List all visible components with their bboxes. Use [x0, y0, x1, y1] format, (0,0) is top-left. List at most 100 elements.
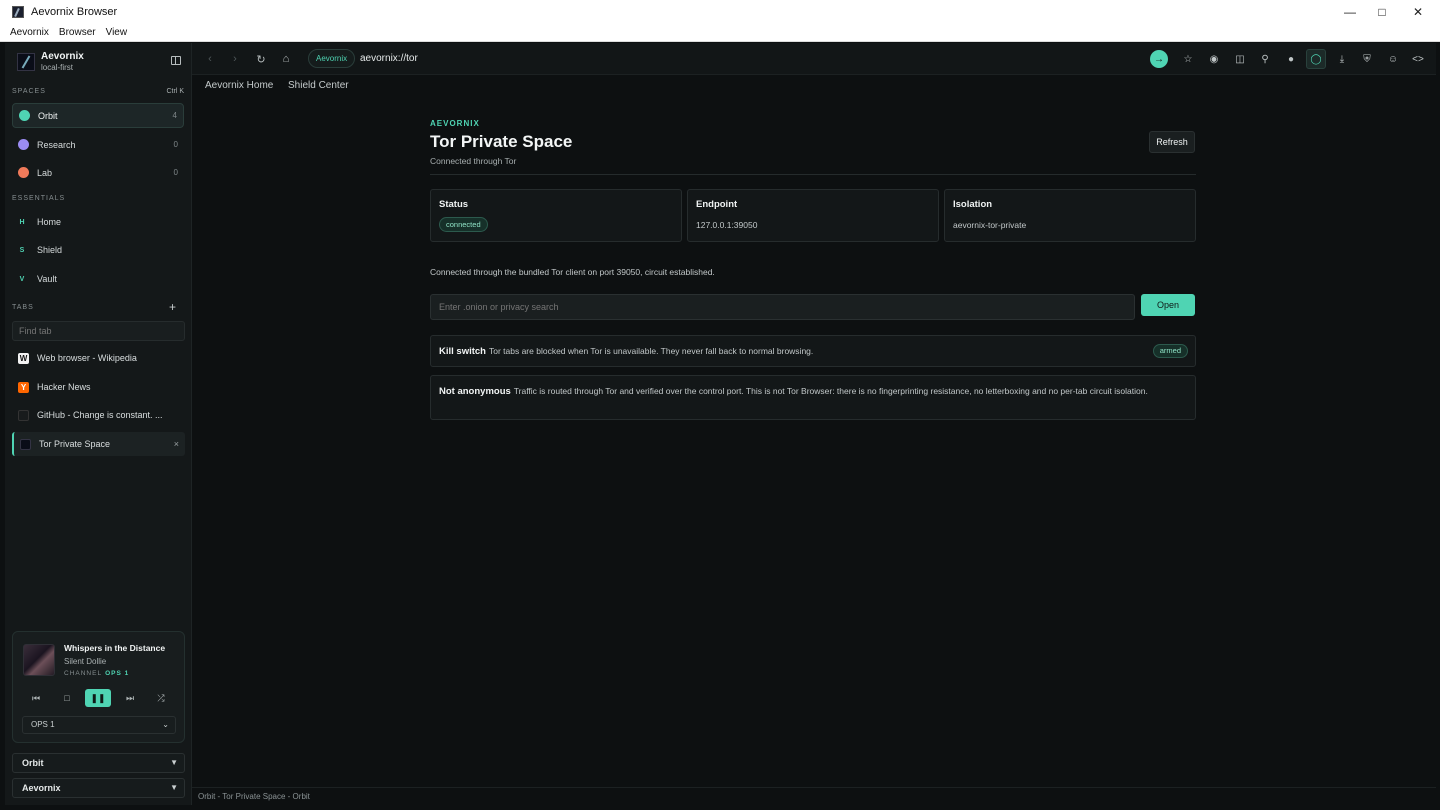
close-tab-icon[interactable]: ×: [174, 439, 179, 449]
tabs-label: TABS: [12, 304, 34, 311]
essential-letter-icon: V: [19, 275, 25, 283]
essential-shield[interactable]: S Shield: [12, 239, 184, 261]
essential-label: Home: [37, 217, 62, 227]
tab-item[interactable]: GitHub - Change is constant. ...: [12, 403, 185, 427]
song-title: Whispers in the Distance: [64, 643, 166, 653]
window-title: Aevornix Browser: [31, 6, 118, 18]
profile-select-value: Aevornix: [22, 783, 61, 793]
next-track-icon[interactable]: ⏭: [117, 689, 143, 707]
reload-icon[interactable]: ↻: [253, 51, 269, 67]
go-arrow-icon[interactable]: →: [1150, 50, 1168, 68]
album-art: [23, 644, 55, 676]
channel-info: CHANNEL OPS 1: [64, 670, 129, 677]
home-icon[interactable]: ⌂: [278, 51, 294, 67]
incognito-icon[interactable]: ●: [1283, 51, 1299, 67]
space-label: Lab: [37, 167, 53, 178]
status-badge: connected: [439, 217, 488, 232]
minimize-icon[interactable]: —: [1332, 0, 1368, 24]
back-icon[interactable]: ‹: [202, 51, 218, 67]
page-subtitle: Connected through Tor: [430, 156, 517, 166]
page-kicker: AEVORNIX: [430, 119, 480, 128]
brand-name: Aevornix: [41, 51, 84, 62]
essential-label: Vault: [37, 274, 57, 284]
profile-icon[interactable]: ☺: [1385, 51, 1401, 67]
isolation-value: aevornix-tor-private: [953, 220, 1027, 230]
eye-icon[interactable]: ◉: [1206, 51, 1222, 67]
shield-icon[interactable]: ⛨: [1359, 51, 1375, 67]
onion-search-input[interactable]: [430, 294, 1135, 320]
kill-switch-title: Kill switch: [439, 346, 486, 357]
chevron-down-icon: ▼: [170, 758, 178, 767]
tor-onion-icon[interactable]: ◯: [1306, 49, 1326, 69]
maximize-icon[interactable]: □: [1364, 0, 1400, 24]
sidebar: Aevornix local-first SPACES Ctrl K Orbit…: [5, 43, 191, 805]
anonymity-notice: Not anonymous Traffic is routed through T…: [430, 375, 1196, 420]
tab-item-active[interactable]: Tor Private Space ×: [12, 432, 185, 456]
spaces-label: SPACES: [12, 88, 46, 95]
channel-select[interactable]: OPS 1 ⌄: [22, 716, 176, 734]
tab-item[interactable]: W Web browser - Wikipedia: [12, 346, 185, 370]
essential-letter-icon: H: [19, 218, 25, 226]
essential-vault[interactable]: V Vault: [12, 268, 184, 290]
find-tab-input[interactable]: [12, 321, 185, 341]
address-bar[interactable]: aevornix://tor: [360, 53, 418, 64]
bookmark-shield-center[interactable]: Shield Center: [288, 80, 349, 91]
essential-label: Shield: [37, 245, 63, 255]
tab-title: Hacker News: [37, 382, 91, 392]
space-label: Orbit: [38, 110, 58, 121]
search-icon[interactable]: ⚲: [1257, 51, 1273, 67]
split-view-icon[interactable]: ◫: [1232, 51, 1248, 67]
open-button[interactable]: Open: [1141, 294, 1195, 316]
pause-icon[interactable]: ❚❚: [85, 689, 111, 707]
page-title: Tor Private Space: [430, 132, 573, 151]
close-window-icon[interactable]: ✕: [1400, 0, 1436, 24]
forward-icon[interactable]: ›: [227, 51, 243, 67]
devtools-code-icon[interactable]: <>: [1410, 51, 1426, 67]
github-favicon-icon: [18, 409, 29, 421]
star-icon[interactable]: ☆: [1180, 51, 1196, 67]
space-research[interactable]: Research 0: [12, 132, 184, 157]
new-tab-plus-icon[interactable]: +: [169, 300, 176, 314]
tab-title: Web browser - Wikipedia: [37, 353, 137, 363]
channel-value: OPS 1: [105, 670, 130, 677]
profile-select[interactable]: Aevornix ▼: [12, 778, 185, 798]
refresh-button[interactable]: Refresh: [1149, 131, 1195, 153]
stop-icon[interactable]: □: [54, 689, 80, 707]
space-lab[interactable]: Lab 0: [12, 160, 184, 185]
tab-item[interactable]: Y Hacker News: [12, 375, 185, 399]
kill-switch-text: Tor tabs are blocked when Tor is unavail…: [488, 346, 814, 356]
media-player: Whispers in the Distance Silent Dollie C…: [12, 631, 185, 743]
space-select[interactable]: Orbit ▼: [12, 753, 185, 773]
hackernews-favicon-icon: Y: [18, 381, 29, 393]
endpoint-label: Endpoint: [696, 199, 738, 210]
space-dot-icon: [18, 167, 29, 178]
endpoint-value: 127.0.0.1:39050: [696, 220, 758, 230]
menu-view[interactable]: View: [106, 27, 128, 38]
menu-browser[interactable]: Browser: [59, 27, 96, 38]
bookmark-aevornix-home[interactable]: Aevornix Home: [205, 80, 273, 91]
space-dot-icon: [19, 110, 30, 121]
tab-title: Tor Private Space: [39, 439, 111, 449]
chevron-down-icon: ▼: [170, 783, 178, 792]
isolation-card: Isolation aevornix-tor-private: [944, 189, 1196, 242]
brand-logo-icon: [17, 53, 35, 71]
armed-badge: armed: [1152, 344, 1188, 358]
sidebar-toggle-icon[interactable]: [171, 56, 181, 65]
song-artist: Silent Dollie: [64, 657, 107, 666]
space-orbit[interactable]: Orbit 4: [12, 103, 184, 128]
chevron-down-icon: ⌄: [162, 720, 169, 729]
download-icon[interactable]: ⤓: [1334, 51, 1350, 67]
bookmarks-bar: Aevornix Home Shield Center: [192, 75, 1436, 97]
shuffle-icon[interactable]: ⤮: [148, 689, 174, 707]
space-count: 0: [173, 140, 178, 149]
title-bar: Aevornix Browser — □ ✕: [0, 0, 1440, 24]
app-logo-icon: [12, 6, 24, 18]
spaces-shortcut: Ctrl K: [166, 88, 185, 95]
space-count: 0: [173, 168, 178, 177]
wikipedia-favicon-icon: W: [18, 352, 29, 364]
previous-track-icon[interactable]: ⏮: [23, 689, 49, 707]
identity-badge[interactable]: Aevornix: [308, 49, 356, 68]
brand: Aevornix local-first: [15, 50, 185, 80]
essential-home[interactable]: H Home: [12, 211, 184, 233]
menu-aevornix[interactable]: Aevornix: [10, 27, 49, 38]
